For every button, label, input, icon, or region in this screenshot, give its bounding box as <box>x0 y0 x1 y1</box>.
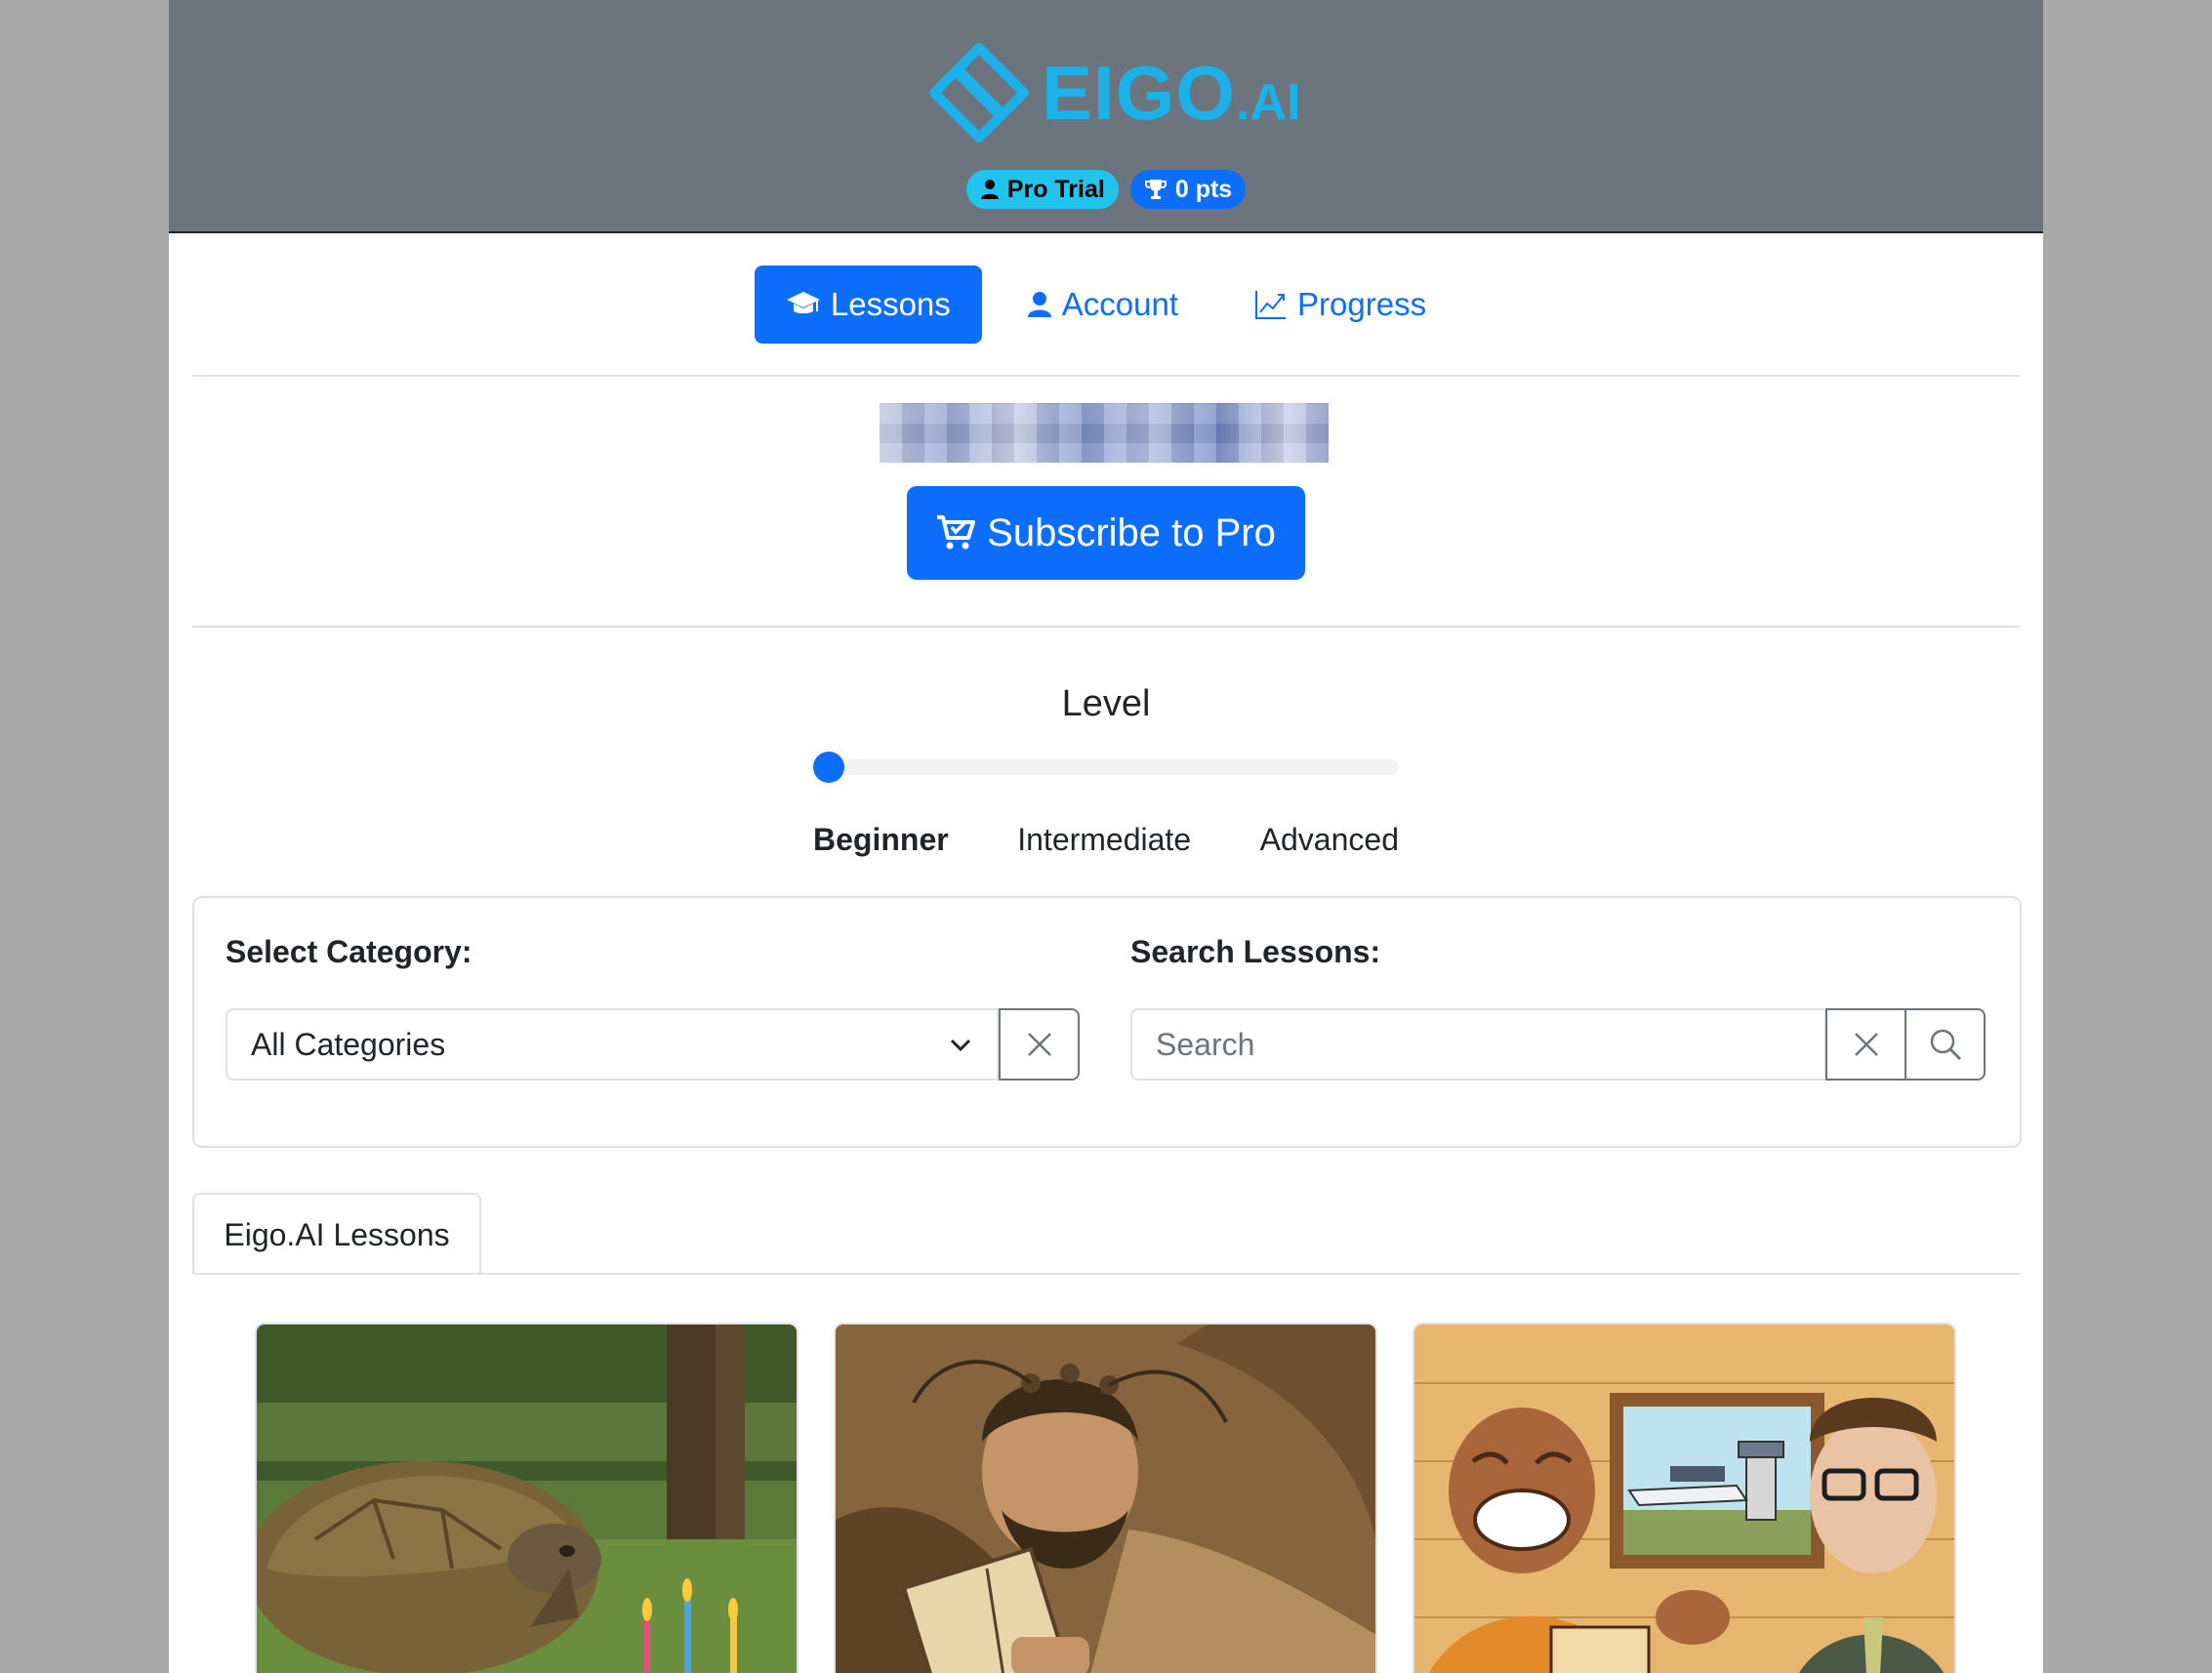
graduation-cap-icon <box>786 292 820 313</box>
divider <box>192 626 2020 628</box>
level-slider-thumb[interactable] <box>813 752 844 783</box>
status-badges: Pro Trial 0 pts <box>169 170 2043 209</box>
chevron-down-icon <box>950 1039 971 1052</box>
lesson-card-airport[interactable] <box>1413 1323 1956 1673</box>
subscribe-button[interactable]: Subscribe to Pro <box>907 486 1305 580</box>
level-advanced[interactable]: Advanced <box>1260 822 1399 858</box>
close-icon <box>1027 1033 1051 1056</box>
search-placeholder: Search <box>1156 1026 1255 1062</box>
search-label: Search Lessons: <box>1130 934 1381 969</box>
user-icon <box>1027 292 1051 317</box>
search-input[interactable]: Search <box>1130 1008 1826 1081</box>
chart-line-icon <box>1255 291 1287 319</box>
airport-cartoon-image <box>1414 1325 1954 1673</box>
nav-account[interactable]: Account <box>996 265 1209 344</box>
tab-eigo-lessons[interactable]: Eigo.AI Lessons <box>192 1193 481 1275</box>
logo-text-suffix: .AI <box>1236 74 1301 131</box>
nav-progress[interactable]: Progress <box>1223 265 1457 344</box>
level-slider[interactable] <box>813 759 1399 775</box>
close-icon <box>1854 1033 1878 1056</box>
pro-trial-label: Pro Trial <box>1006 175 1105 203</box>
header: EIGO.AI Pro Trial 0 pts <box>169 0 2043 233</box>
logo-text-main: EIGO <box>1042 50 1237 136</box>
level-title: Level <box>1061 683 1151 724</box>
level-options: Beginner Intermediate Advanced <box>813 822 1399 858</box>
logo-text: EIGO.AI <box>1042 55 1301 131</box>
nav-lessons[interactable]: Lessons <box>754 265 982 344</box>
user-icon <box>980 180 999 199</box>
tortoise-birthday-cake-image <box>257 1325 797 1673</box>
trophy-icon <box>1144 180 1167 199</box>
nav-lessons-label: Lessons <box>830 286 951 322</box>
tab-divider <box>481 1273 2020 1275</box>
tab-divider-left <box>192 1273 481 1275</box>
search-button[interactable] <box>1905 1008 1986 1081</box>
main-nav: Lessons Account Progress <box>169 265 2043 344</box>
pro-trial-badge: Pro Trial <box>965 170 1119 209</box>
points-badge: 0 pts <box>1129 170 1247 209</box>
clear-category-button[interactable] <box>999 1008 1080 1081</box>
search-icon <box>1930 1029 1961 1061</box>
points-label: 0 pts <box>1174 175 1233 203</box>
tab-eigo-lessons-label: Eigo.AI Lessons <box>224 1216 450 1252</box>
page: EIGO.AI Pro Trial 0 pts Lessons Account … <box>169 0 2043 1673</box>
category-label: Select Category: <box>225 934 472 969</box>
lesson-card-tortoise[interactable] <box>255 1323 799 1673</box>
logo[interactable]: EIGO.AI <box>928 39 1301 146</box>
nav-progress-label: Progress <box>1297 286 1427 322</box>
man-reading-book-image <box>836 1325 1375 1673</box>
category-value: All Categories <box>251 1026 446 1062</box>
cart-icon <box>937 515 976 550</box>
nav-account-label: Account <box>1061 286 1179 322</box>
divider <box>192 375 2020 377</box>
redacted-text <box>880 403 1329 463</box>
level-beginner[interactable]: Beginner <box>813 822 949 858</box>
level-intermediate[interactable]: Intermediate <box>1017 822 1191 858</box>
lesson-card-reader[interactable] <box>834 1323 1377 1673</box>
clear-search-button[interactable] <box>1825 1008 1906 1081</box>
subscribe-label: Subscribe to Pro <box>987 510 1276 554</box>
category-select[interactable]: All Categories <box>225 1008 999 1081</box>
eigo-logo-icon <box>929 43 1029 143</box>
